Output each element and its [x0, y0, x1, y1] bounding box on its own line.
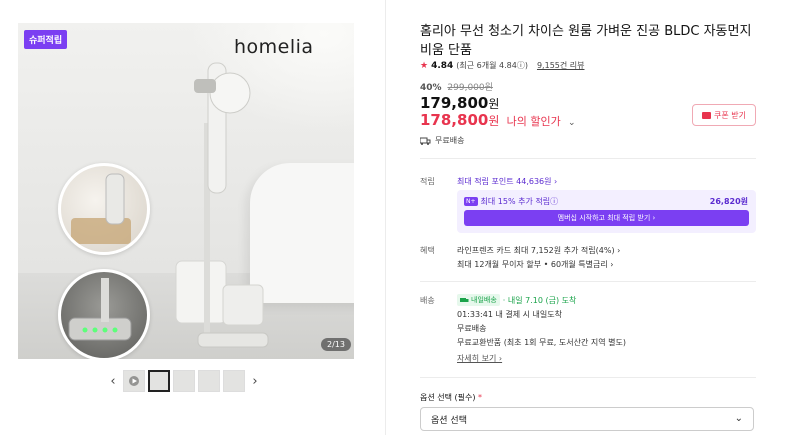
my-price-unit: 원 — [488, 114, 500, 128]
my-discount-price[interactable]: 178,800원 나의 할인가 ⌄ — [420, 111, 576, 129]
thumbnail-item[interactable] — [148, 370, 170, 392]
chevron-down-icon: ⌄ — [567, 118, 576, 128]
thumbnail-strip: ‹ › — [106, 369, 262, 393]
delivery-cutoff: 01:33:41 내 결제 시 내일도착 — [457, 310, 562, 319]
naver-plus-badge: N+ — [464, 197, 478, 206]
option-select[interactable]: 옵션 선택 ⌄ — [420, 407, 754, 431]
membership-benefit-box: N+ 최대 15% 추가 적립ⓘ 26,820원 멤버십 시작하고 최대 적립 … — [457, 190, 756, 233]
option-select-label: 옵션 선택 (필수) * — [420, 393, 483, 402]
extra-points-text: 최대 15% 추가 적립ⓘ — [480, 197, 559, 206]
next-day-delivery-badge: 내일배송 — [457, 294, 500, 306]
benefit-label: 혜택 — [420, 246, 435, 255]
my-price-value: 178,800 — [420, 111, 489, 129]
coupon-icon — [702, 111, 711, 119]
product-title: 홈리아 무선 청소기 차이슨 원룸 가벼운 진공 BLDC 자동먼지비움 단품 — [420, 24, 752, 58]
thumbnail-next-arrow[interactable]: › — [248, 370, 262, 392]
sale-price: 179,800원 — [420, 94, 499, 112]
delivery-label: 배송 — [420, 296, 435, 305]
section-divider — [420, 281, 756, 282]
sale-price-unit: 원 — [488, 97, 500, 111]
free-shipping-text: 무료배송 — [435, 136, 465, 145]
thumbnail-item[interactable] — [198, 370, 220, 392]
thumbnail-prev-arrow[interactable]: ‹ — [106, 370, 120, 392]
truck-icon — [460, 297, 469, 302]
brand-logo: homelia — [234, 36, 314, 58]
return-policy: 무료교환반품 (최초 1회 무료, 도서산간 지역 별도) — [457, 338, 626, 347]
discount-row: 40% 299,000원 — [420, 80, 493, 93]
thumbnail-video[interactable] — [123, 370, 145, 392]
review-count-link[interactable]: 9,155건 리뷰 — [537, 60, 585, 71]
truck-icon — [420, 137, 431, 145]
column-divider — [385, 0, 386, 435]
star-icon: ★ — [420, 60, 429, 71]
delivery-free: 무료배송 — [457, 324, 487, 333]
free-shipping-line: 무료배송 — [420, 135, 464, 146]
extra-points-amount: 26,820원 — [709, 197, 748, 206]
thumbnail-item[interactable] — [223, 370, 245, 392]
card-benefit-link[interactable]: 라인프렌즈 카드 최대 7,152원 추가 적립(4%) › — [457, 245, 620, 256]
super-points-badge: 슈퍼적립 — [24, 30, 68, 49]
rating-row: ★ 4.84 (최근 6개월 4.84ⓘ) 9,155건 리뷰 — [420, 60, 585, 71]
sale-price-value: 179,800 — [420, 94, 489, 112]
my-price-label: 나의 할인가 — [506, 115, 561, 128]
rating-score: 4.84 — [431, 60, 454, 71]
delivery-arrival-date: · 내일 7.10 (금) 도착 — [502, 295, 577, 305]
delivery-more-link[interactable]: 자세히 보기 › — [457, 353, 502, 364]
points-label: 적립 — [420, 177, 435, 186]
coupon-label: 쿠폰 받기 — [714, 110, 746, 120]
required-mark: * — [478, 393, 483, 402]
detail-circle-brush-led — [58, 269, 150, 359]
section-divider — [420, 377, 756, 378]
rating-recent: (최근 6개월 4.84ⓘ) — [456, 61, 528, 70]
join-membership-button[interactable]: 멤버십 시작하고 최대 적립 받기 › — [464, 210, 749, 226]
discount-percent: 40% — [420, 83, 442, 93]
original-price: 299,000원 — [447, 83, 493, 93]
section-divider — [420, 158, 756, 159]
delivery-arrival-line: 내일배송 · 내일 7.10 (금) 도착 — [457, 294, 576, 306]
max-points-link[interactable]: 최대 적립 포인트 44,636원 › — [457, 176, 557, 187]
option-select-placeholder: 옵션 선택 — [431, 415, 467, 426]
detail-circle-dustbin — [58, 163, 150, 255]
product-gallery: 슈퍼적립 homelia 2/13 ‹ › — [0, 0, 385, 435]
installment-benefit-link[interactable]: 최대 12개월 무이자 할부 • 60개월 특별금리 › — [457, 259, 613, 270]
coupon-button[interactable]: 쿠폰 받기 — [692, 104, 756, 126]
chevron-down-icon: ⌄ — [734, 413, 743, 424]
thumbnail-item[interactable] — [173, 370, 195, 392]
main-product-image[interactable] — [18, 23, 354, 359]
image-page-indicator: 2/13 — [321, 338, 351, 351]
